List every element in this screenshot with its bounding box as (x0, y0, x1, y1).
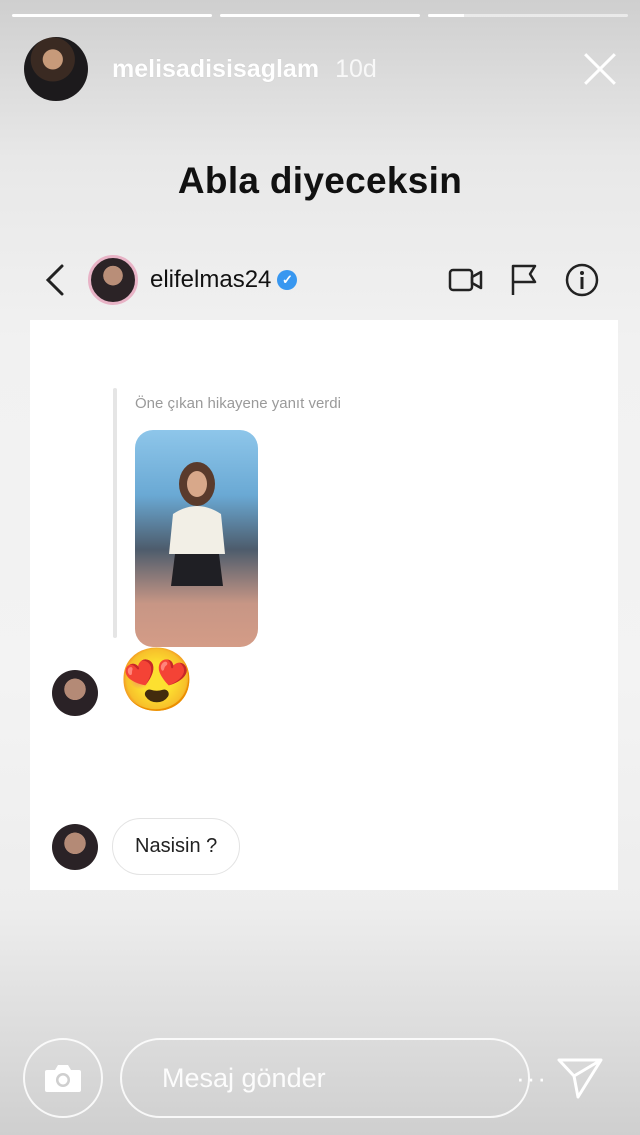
info-icon (564, 262, 600, 298)
send-button[interactable] (552, 1050, 608, 1106)
progress-segment-2 (220, 14, 420, 17)
story-header: melisadisisaglam 10d (24, 36, 620, 102)
dm-username: elifelmas24 (150, 266, 272, 293)
emoji-message-row: 😍 (52, 650, 195, 716)
progress-fill-3 (428, 14, 464, 17)
flag-icon (506, 262, 542, 298)
send-icon (557, 1058, 603, 1099)
verified-badge-icon: ✓ (277, 270, 298, 290)
reply-quote-line (113, 388, 117, 638)
more-options-icon[interactable]: ··· (516, 1063, 548, 1094)
message-input-wrapper: ··· (120, 1038, 546, 1118)
reply-note: Öne çıkan hikayene yanıt verdi (135, 395, 341, 412)
progress-fill-2 (220, 14, 420, 17)
sender-avatar (52, 823, 98, 870)
story-thumbnail-figure (169, 462, 225, 586)
sender-avatar (52, 670, 98, 716)
story-time: 10d (335, 54, 377, 83)
dm-header: elifelmas24 ✓ (40, 250, 600, 310)
text-message-row: Nasisin ? (52, 818, 241, 875)
message-bubble: Nasisin ? (112, 818, 241, 875)
progress-segment-3 (428, 14, 628, 17)
progress-fill-1 (12, 14, 212, 17)
message-input[interactable] (162, 1062, 516, 1094)
progress-segment-1 (12, 14, 212, 17)
story-thumbnail (135, 430, 258, 647)
story-caption: Abla diyeceksin (177, 160, 463, 201)
video-call-icon (448, 262, 484, 298)
close-icon[interactable] (580, 49, 620, 89)
dm-actions (448, 262, 600, 298)
story-progress (12, 14, 628, 17)
story-avatar[interactable] (24, 37, 88, 101)
chat-panel: Öne çıkan hikayene yanıt verdi 😍 Nasisin… (30, 320, 618, 890)
back-icon (40, 260, 70, 300)
camera-button[interactable] (23, 1038, 103, 1118)
dm-avatar (88, 255, 138, 305)
camera-icon (45, 1065, 81, 1092)
heart-eyes-emoji: 😍 (118, 646, 196, 715)
story-username[interactable]: melisadisisaglam (112, 55, 319, 84)
